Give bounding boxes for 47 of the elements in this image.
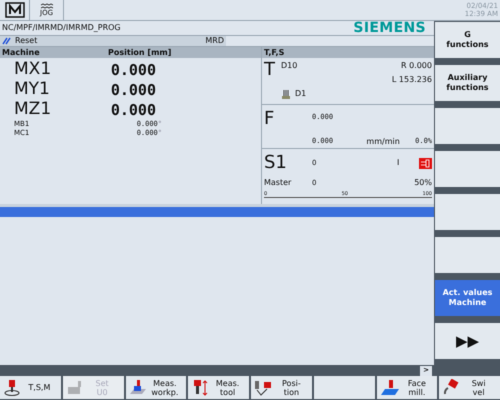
horizontal-softkey[interactable]: T,S,M	[0, 376, 61, 399]
axis-position: 0.000	[110, 80, 156, 101]
vertical-softkey[interactable]	[435, 194, 500, 230]
horizontal-softkey[interactable]: Meas. workp.	[126, 376, 186, 399]
vertical-softkey[interactable]: Act. values Machine	[435, 280, 500, 316]
gear-stage: I	[397, 157, 400, 169]
axis-position: 0.000	[110, 60, 156, 81]
vertical-softkey[interactable]	[435, 108, 500, 144]
horizontal-softkey[interactable]: Face mill.	[376, 376, 438, 399]
feed-letter: F	[264, 109, 276, 131]
column-header: Position [mm]	[108, 46, 172, 58]
vertical-softkey[interactable]: ▶▶	[435, 323, 500, 359]
tool-position-icon	[254, 378, 274, 396]
face-mill-icon	[380, 378, 400, 396]
tool-radius: R 0.000	[400, 60, 432, 72]
tool-letter: T	[264, 60, 276, 82]
brand-logo: SIEMENS	[353, 18, 427, 38]
cutting-edge: D1	[295, 88, 306, 100]
column-header: Machine	[1, 46, 41, 58]
spindle-role: Master	[264, 177, 292, 189]
spindle-name: S1	[264, 153, 288, 173]
reset-status-icon	[2, 37, 12, 45]
horizontal-softkey[interactable]: Posi- tion	[251, 376, 312, 399]
reset-status: Reset	[15, 35, 38, 47]
horizontal-softkey[interactable]: Swi vel	[439, 376, 500, 399]
feed-unit: mm/min	[365, 136, 400, 148]
jog-icon	[40, 3, 54, 10]
mrd-status: MRD	[205, 35, 224, 47]
workpiece-probe-icon	[128, 378, 146, 396]
cutting-edge-icon	[281, 90, 291, 98]
horizontal-softkey[interactable]	[314, 376, 374, 399]
horizontal-softkey[interactable]: Meas. tool	[188, 376, 249, 399]
vertical-softkey[interactable]	[435, 151, 500, 187]
vertical-softkey[interactable]: G functions	[435, 22, 500, 58]
workpiece-icon	[66, 378, 84, 396]
spindle-stop-icon	[419, 158, 432, 168]
milling-tool-icon	[3, 378, 21, 396]
axis-position: 0.000	[110, 100, 156, 120]
tool-name: D10	[281, 60, 298, 72]
tool-length: L 153.236	[392, 74, 432, 86]
panel-title: T,F,S	[264, 46, 284, 58]
spindle-override: 50%	[414, 177, 432, 189]
vertical-softkey[interactable]: Auxiliary functions	[435, 65, 500, 101]
swivel-head-icon	[442, 378, 460, 396]
tool-measure-icon	[191, 378, 210, 396]
vertical-softkey[interactable]	[435, 237, 500, 273]
program-path: NC/MPF/IMRMD/IMRMD_PROG	[2, 22, 121, 34]
